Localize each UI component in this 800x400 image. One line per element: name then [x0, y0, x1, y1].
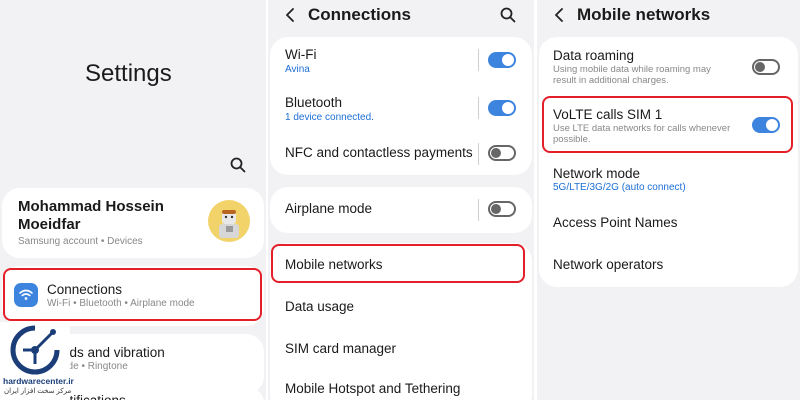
wifi-label: Wi-Fi: [285, 47, 317, 62]
profile-name: Mohammad Hossein Moeidfar: [18, 198, 164, 233]
highlight-mobile-networks: [271, 244, 525, 283]
network-operators-item[interactable]: Network operators: [539, 249, 798, 285]
circuit-logo-icon: [10, 325, 60, 375]
connections-header: Connections: [268, 0, 534, 30]
connections-screen: Connections Wi-Fi Avina Bluetooth 1 devi…: [268, 0, 534, 400]
divider: [478, 97, 479, 119]
divider: [478, 143, 479, 165]
avatar: [208, 200, 250, 242]
network-mode-label: Network mode: [553, 166, 641, 181]
bluetooth-toggle[interactable]: [488, 100, 516, 116]
chevron-left-icon: [555, 8, 563, 22]
mobile-networks-header: Mobile networks: [537, 0, 800, 30]
hotspot-item[interactable]: Mobile Hotspot and Tethering: [270, 373, 532, 400]
airplane-mode-toggle[interactable]: [488, 201, 516, 217]
airplane-mode-label: Airplane mode: [285, 201, 373, 216]
wifi-item[interactable]: Wi-Fi Avina: [270, 37, 532, 83]
radios-card: Wi-Fi Avina Bluetooth 1 device connected…: [270, 37, 532, 175]
search-button[interactable]: [226, 153, 250, 177]
sounds-label: nds and vibration: [62, 345, 165, 360]
sim-card-manager-label: SIM card manager: [285, 341, 397, 356]
network-operators-label: Network operators: [553, 257, 664, 272]
notifications-label: otifications: [62, 393, 126, 400]
profile-subtitle: Samsung account • Devices: [18, 236, 143, 247]
page-title: Mobile networks: [577, 5, 711, 24]
search-icon: [230, 157, 246, 173]
network-mode-item[interactable]: Network mode 5G/LTE/3G/2G (auto connect): [539, 159, 798, 201]
watermark-tagline: مرکز سخت افزار ایران: [4, 388, 72, 395]
highlight-connections: [3, 268, 262, 321]
sim-card-manager-item[interactable]: SIM card manager: [270, 331, 532, 371]
back-button[interactable]: [276, 1, 304, 29]
page-title: Settings: [85, 60, 172, 87]
wifi-value: Avina: [285, 64, 310, 75]
mobile-networks-screen: Mobile networks Data roaming Using mobil…: [537, 0, 800, 400]
search-button[interactable]: [496, 3, 520, 27]
access-point-names-item[interactable]: Access Point Names: [539, 207, 798, 243]
access-point-names-label: Access Point Names: [553, 215, 678, 230]
data-roaming-label: Data roaming: [553, 48, 635, 63]
chevron-left-icon: [286, 8, 294, 22]
data-roaming-item[interactable]: Data roaming Using mobile data while roa…: [539, 37, 798, 93]
divider: [478, 49, 479, 71]
back-button[interactable]: [545, 1, 573, 29]
wifi-toggle[interactable]: [488, 52, 516, 68]
bluetooth-item[interactable]: Bluetooth 1 device connected.: [270, 87, 532, 133]
nfc-toggle[interactable]: [488, 145, 516, 161]
profile-card[interactable]: Mohammad Hossein Moeidfar Samsung accoun…: [2, 188, 264, 258]
bluetooth-label: Bluetooth: [285, 95, 343, 110]
watermark-logo: hardwarecenter.ir مرکز سخت افزار ایران: [0, 322, 74, 400]
data-roaming-toggle[interactable]: [752, 59, 780, 75]
sounds-subtitle: ode • Ringtone: [62, 361, 128, 372]
data-usage-label: Data usage: [285, 299, 355, 314]
search-icon: [500, 7, 516, 23]
airplane-card: Airplane mode: [270, 187, 532, 233]
network-mode-value: 5G/LTE/3G/2G (auto connect): [553, 182, 686, 193]
hotspot-label: Mobile Hotspot and Tethering: [285, 381, 461, 396]
nfc-label: NFC and contactless payments: [285, 145, 473, 160]
airplane-mode-item[interactable]: Airplane mode: [270, 187, 532, 233]
watermark-brand: hardwarecenter.ir: [3, 376, 74, 386]
page-title: Connections: [308, 5, 411, 24]
mobile-settings-card: Data roaming Using mobile data while roa…: [539, 37, 798, 287]
bluetooth-value: 1 device connected.: [285, 112, 374, 123]
data-roaming-desc: Using mobile data while roaming may resu…: [553, 64, 711, 86]
nfc-item[interactable]: NFC and contactless payments: [270, 135, 532, 175]
divider: [478, 199, 479, 221]
settings-screen: Settings Mohammad Hossein Moeidfar Samsu…: [0, 0, 266, 400]
highlight-volte: [542, 96, 793, 153]
data-usage-item[interactable]: Data usage: [270, 287, 532, 327]
